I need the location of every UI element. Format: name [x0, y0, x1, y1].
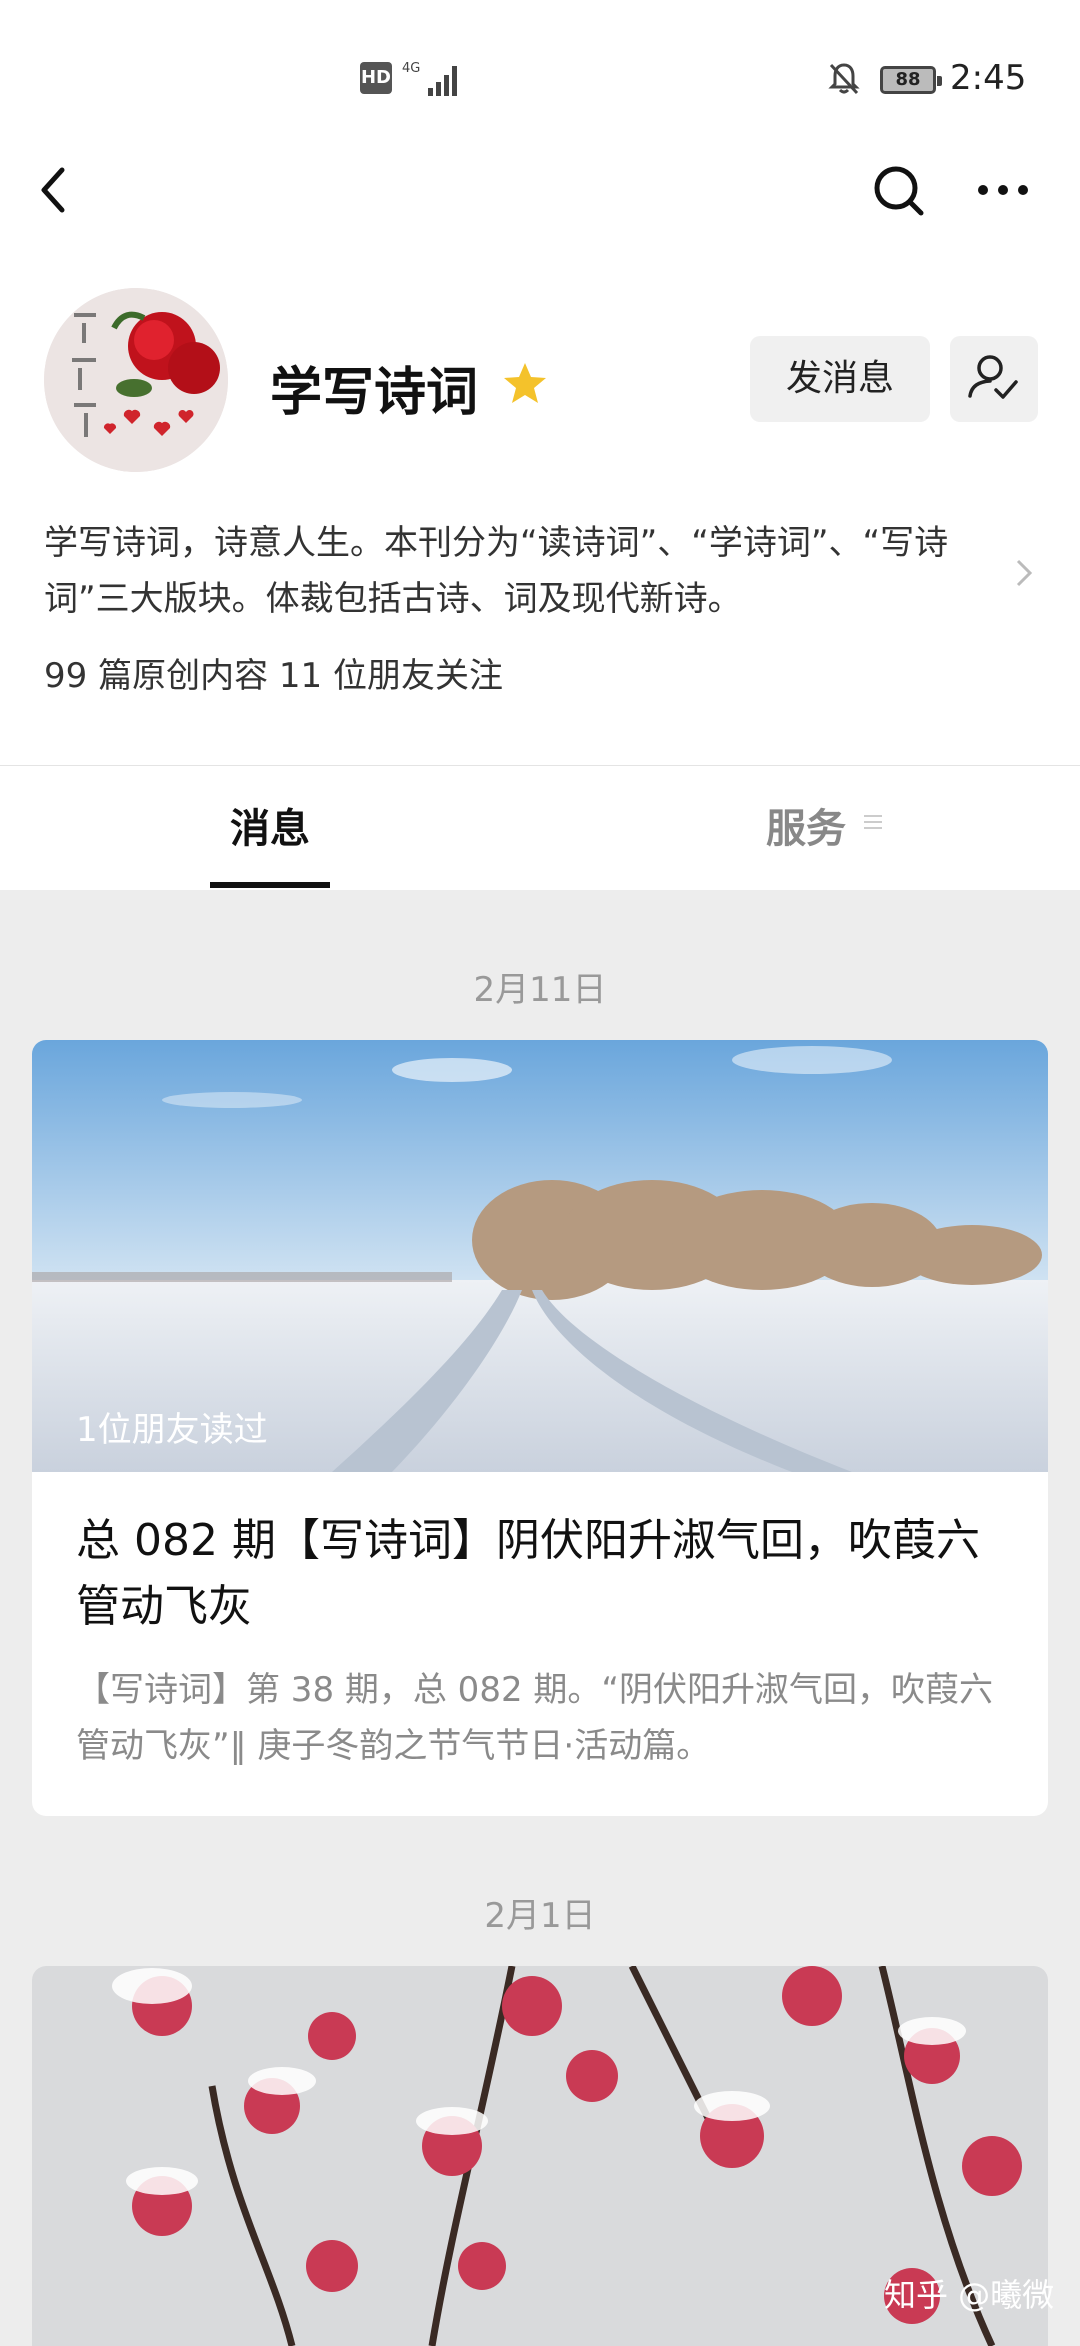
feed-date: 2月1日	[484, 1896, 596, 1936]
battery-indicator: 88	[880, 66, 942, 94]
back-icon[interactable]	[30, 160, 80, 220]
article-summary: 【写诗词】第 38 期，总 082 期。“阴伏阳升淑气回，吹葭六管动飞灰”‖ 庚…	[76, 1670, 994, 1766]
hd-badge: HD	[360, 62, 392, 94]
bell-mute-icon	[828, 63, 860, 95]
menu-lines-icon	[864, 815, 882, 829]
tab-bar: 消息 服务	[0, 765, 1080, 890]
send-message-button[interactable]: 发消息	[750, 336, 930, 422]
account-description[interactable]: 学写诗词，诗意人生。本刊分为“读诗词”、“学诗词”、“写诗词”三大版块。体裁包括…	[44, 515, 1004, 627]
tab-messages[interactable]: 消息	[210, 796, 330, 854]
star-icon	[504, 363, 546, 403]
follow-check-icon	[968, 355, 1018, 399]
account-stats: 99 篇原创内容 11 位朋友关注	[44, 656, 503, 696]
profile-header: HD 4G 88 2:45 学写诗词 发消息 学写诗词，诗意人生。本刊分为“读诗…	[0, 0, 1080, 765]
search-icon[interactable]	[870, 160, 926, 220]
account-name: 学写诗词	[270, 363, 479, 423]
avatar[interactable]	[44, 288, 228, 472]
network-label: 4G	[402, 61, 420, 76]
status-bar: HD 4G 88 2:45	[0, 0, 1080, 150]
chevron-right-icon[interactable]	[1012, 555, 1036, 591]
clock: 2:45	[950, 58, 1027, 98]
friends-read-caption: 1位朋友读过	[76, 1410, 268, 1450]
article-card[interactable]: 1位朋友读过 总 082 期【写诗词】阴伏阳升淑气回，吹葭六管动飞灰 【写诗词】…	[32, 1040, 1048, 1816]
follow-button[interactable]	[950, 336, 1038, 422]
article-title[interactable]: 总 082 期【写诗词】阴伏阳升淑气回，吹葭六管动飞灰	[76, 1508, 1016, 1640]
more-icon[interactable]	[976, 180, 1030, 200]
signal-icon: 4G	[402, 61, 457, 96]
feed-date: 2月11日	[473, 970, 607, 1010]
watermark: 知乎 @曦微	[884, 2276, 1055, 2314]
tab-services[interactable]: 服务	[766, 796, 846, 854]
tab-active-indicator	[210, 882, 330, 888]
